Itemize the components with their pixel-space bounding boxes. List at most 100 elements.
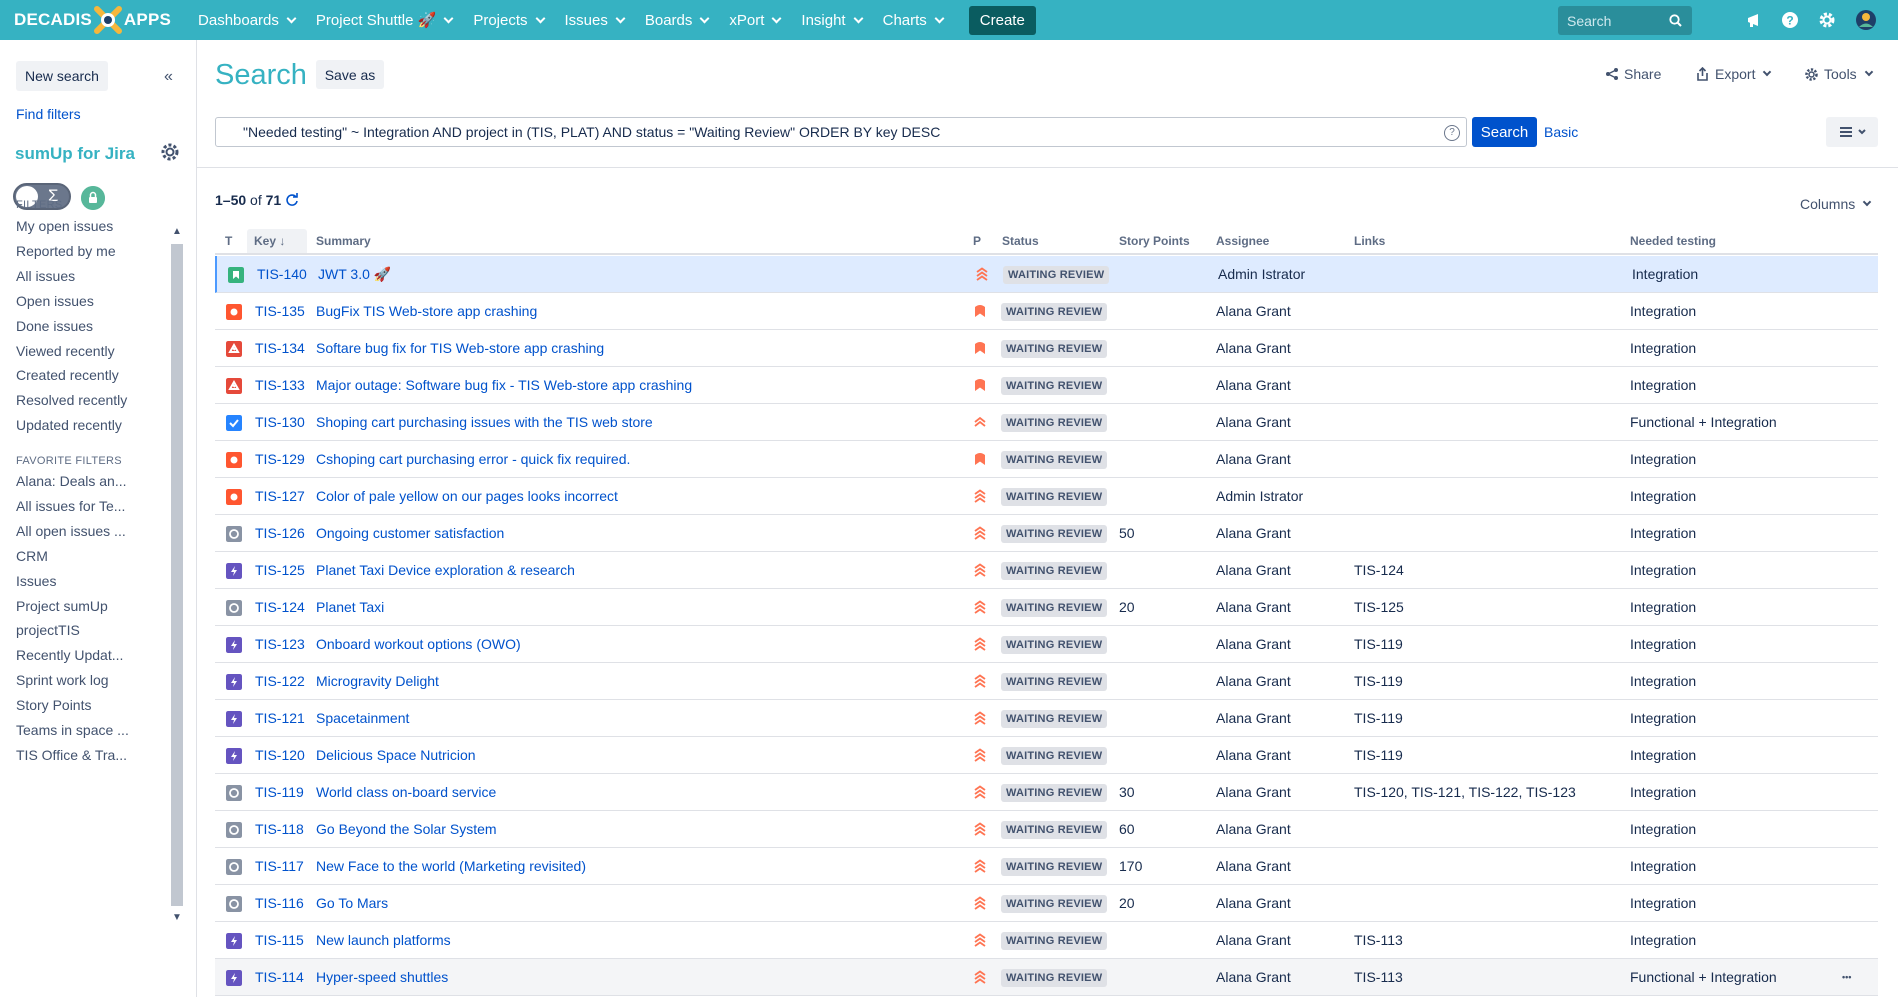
sidebar-filter-item[interactable]: Done issues <box>16 318 93 334</box>
sidebar-favorite-item[interactable]: Issues <box>16 573 56 589</box>
table-row[interactable]: TIS-115 New launch platforms WAITING REVIE… <box>215 922 1878 959</box>
table-row[interactable]: TIS-121 Spacetainment WAITING REVIEW Alana … <box>215 700 1878 737</box>
tools-button[interactable]: Tools <box>1804 66 1873 82</box>
issue-key-link[interactable]: TIS-140 <box>257 266 307 282</box>
issue-key-link[interactable]: TIS-127 <box>255 488 305 504</box>
linked-issues[interactable]: TIS-119 <box>1354 710 1403 726</box>
issue-summary-link[interactable]: Shoping cart purchasing issues with the … <box>316 414 653 430</box>
issue-key-link[interactable]: TIS-121 <box>255 710 305 726</box>
view-layout-button[interactable] <box>1826 117 1878 147</box>
sidebar-favorite-item[interactable]: Teams in space ... <box>16 722 129 738</box>
issue-summary-link[interactable]: World class on-board service <box>316 784 496 800</box>
linked-issues[interactable]: TIS-113 <box>1354 969 1403 985</box>
col-assignee[interactable]: Assignee <box>1216 234 1269 248</box>
issue-summary-link[interactable]: Major outage: Software bug fix - TIS Web… <box>316 377 692 393</box>
nav-item-boards[interactable]: Boards <box>645 12 710 29</box>
table-row[interactable]: TIS-127 Color of pale yellow on our pages… <box>215 478 1878 515</box>
table-row[interactable]: TIS-117 New Face to the world (Marketing … <box>215 848 1878 885</box>
issue-key-link[interactable]: TIS-115 <box>255 932 304 948</box>
linked-issues[interactable]: TIS-113 <box>1354 932 1403 948</box>
sidebar-favorite-item[interactable]: Recently Updat... <box>16 647 123 663</box>
settings-gear-icon[interactable] <box>1817 10 1837 30</box>
table-row[interactable]: TIS-125 Planet Taxi Device exploration & … <box>215 552 1878 589</box>
sidebar-favorite-item[interactable]: Project sumUp <box>16 598 108 614</box>
issue-summary-link[interactable]: Hyper-speed shuttles <box>316 969 448 985</box>
row-actions-more-icon[interactable]: ••• <box>1842 972 1851 982</box>
user-avatar-icon[interactable] <box>1855 9 1877 31</box>
table-row[interactable]: TIS-118 Go Beyond the Solar System WAITING… <box>215 811 1878 848</box>
issue-summary-link[interactable]: JWT 3.0 🚀 <box>318 266 391 283</box>
linked-issues[interactable]: TIS-119 <box>1354 673 1403 689</box>
nav-item-charts[interactable]: Charts <box>883 12 945 29</box>
issue-summary-link[interactable]: Onboard workout options (OWO) <box>316 636 521 652</box>
nav-item-projects[interactable]: Projects <box>473 12 545 29</box>
issue-key-link[interactable]: TIS-130 <box>255 414 305 430</box>
col-priority[interactable]: P <box>973 234 981 248</box>
linked-issues[interactable]: TIS-124 <box>1354 562 1404 578</box>
table-row[interactable]: TIS-114 Hyper-speed shuttles WAITING REVIE… <box>215 959 1878 996</box>
nav-item-project[interactable]: Project Shuttle 🚀 <box>316 11 454 29</box>
lock-button-icon[interactable] <box>81 186 105 210</box>
issue-key-link[interactable]: TIS-124 <box>255 599 305 615</box>
global-search-input[interactable]: Search <box>1558 6 1692 35</box>
decadis-apps-logo[interactable]: DECADIS APPS <box>14 6 171 34</box>
issue-summary-link[interactable]: Color of pale yellow on our pages looks … <box>316 488 618 504</box>
export-button[interactable]: Export <box>1696 66 1772 82</box>
sidebar-favorite-item[interactable]: TIS Office & Tra... <box>16 747 127 763</box>
issue-summary-link[interactable]: New Face to the world (Marketing revisit… <box>316 858 586 874</box>
issue-key-link[interactable]: TIS-123 <box>255 636 305 652</box>
table-row[interactable]: TIS-119 World class on-board service WAITI… <box>215 774 1878 811</box>
issue-key-link[interactable]: TIS-119 <box>255 784 304 800</box>
megaphone-icon[interactable] <box>1745 10 1765 30</box>
search-button[interactable]: Search <box>1472 117 1537 147</box>
table-row[interactable]: TIS-123 Onboard workout options (OWO) WAIT… <box>215 626 1878 663</box>
col-key[interactable]: Key ↓ <box>247 229 307 253</box>
sidebar-favorite-item[interactable]: Story Points <box>16 697 91 713</box>
issue-key-link[interactable]: TIS-118 <box>255 821 304 837</box>
linked-issues[interactable]: TIS-119 <box>1354 747 1403 763</box>
sidebar-filter-item[interactable]: Open issues <box>16 293 94 309</box>
sidebar-scrollbar[interactable]: ▲ ▼ <box>170 226 184 926</box>
jql-help-icon[interactable]: ? <box>1444 125 1460 141</box>
issue-summary-link[interactable]: Planet Taxi Device exploration & researc… <box>316 562 575 578</box>
linked-issues[interactable]: TIS-119 <box>1354 636 1403 652</box>
issue-key-link[interactable]: TIS-116 <box>255 895 304 911</box>
issue-key-link[interactable]: TIS-125 <box>255 562 305 578</box>
issue-summary-link[interactable]: New launch platforms <box>316 932 451 948</box>
issue-summary-link[interactable]: Go To Mars <box>316 895 388 911</box>
jql-query-input[interactable]: "Needed testing" ~ Integration AND proje… <box>215 117 1467 147</box>
sidebar-filter-item[interactable]: All issues <box>16 268 75 284</box>
table-row[interactable]: TIS-126 Ongoing customer satisfaction WAIT… <box>215 515 1878 552</box>
issue-summary-link[interactable]: Softare bug fix for TIS Web-store app cr… <box>316 340 604 356</box>
issue-key-link[interactable]: TIS-126 <box>255 525 305 541</box>
issue-summary-link[interactable]: Planet Taxi <box>316 599 384 615</box>
issue-summary-link[interactable]: Go Beyond the Solar System <box>316 821 497 837</box>
issue-key-link[interactable]: TIS-120 <box>255 747 305 763</box>
issue-summary-link[interactable]: Delicious Space Nutricion <box>316 747 476 763</box>
issue-key-link[interactable]: TIS-114 <box>255 969 304 985</box>
nav-item-dashboards[interactable]: Dashboards <box>198 12 297 29</box>
refresh-icon[interactable] <box>285 193 299 207</box>
col-status[interactable]: Status <box>1002 234 1039 248</box>
issue-summary-link[interactable]: Microgravity Delight <box>316 673 439 689</box>
create-button[interactable]: Create <box>968 5 1036 35</box>
sidebar-favorite-item[interactable]: Sprint work log <box>16 672 109 688</box>
nav-item-xport[interactable]: xPort <box>729 12 782 29</box>
sidebar-filter-item[interactable]: My open issues <box>16 218 113 234</box>
sidebar-filter-item[interactable]: Updated recently <box>16 417 122 433</box>
table-row[interactable]: TIS-116 Go To Mars WAITING REVIEW 20 Alana G… <box>215 885 1878 922</box>
table-row[interactable]: TIS-129 Cshoping cart purchasing error - … <box>215 441 1878 478</box>
share-button[interactable]: Share <box>1605 66 1661 82</box>
sidebar-favorite-item[interactable]: All issues for Te... <box>16 498 125 514</box>
linked-issues[interactable]: TIS-125 <box>1354 599 1404 615</box>
issue-summary-link[interactable]: Spacetainment <box>316 710 409 726</box>
collapse-sidebar-icon[interactable]: « <box>164 68 173 86</box>
table-row[interactable]: TIS-133 Major outage: Software bug fix - … <box>215 367 1878 404</box>
scroll-down-icon[interactable]: ▼ <box>172 912 182 923</box>
sidebar-filter-item[interactable]: Created recently <box>16 367 119 383</box>
col-story-points[interactable]: Story Points <box>1119 234 1190 248</box>
table-row[interactable]: TIS-124 Planet Taxi WAITING REVIEW 20 Alana … <box>215 589 1878 626</box>
issue-summary-link[interactable]: BugFix TIS Web-store app crashing <box>316 303 537 319</box>
scrollbar-thumb[interactable] <box>171 244 183 906</box>
issue-summary-link[interactable]: Ongoing customer satisfaction <box>316 525 504 541</box>
